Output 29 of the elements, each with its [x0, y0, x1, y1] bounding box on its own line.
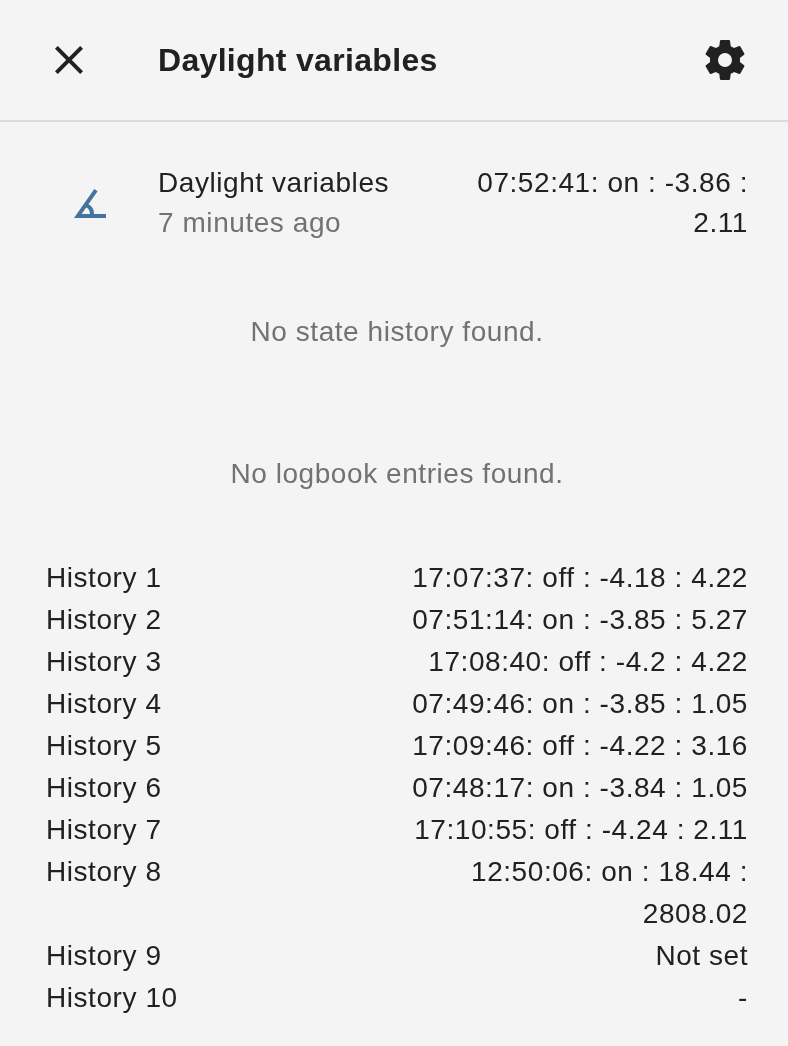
entity-state: 07:52:41: on : -3.86 : 2.11 — [476, 166, 748, 240]
angle-icon — [74, 188, 106, 218]
attribute-value: Not set — [655, 939, 748, 973]
attribute-label: History 4 — [46, 687, 162, 721]
attribute-label: History 1 — [46, 561, 162, 595]
settings-icon — [705, 40, 745, 80]
attribute-label: History 8 — [46, 855, 162, 889]
attribute-label: History 2 — [46, 603, 162, 637]
attribute-value: 07:51:14: on : -3.85 : 5.27 — [412, 603, 748, 637]
attribute-value: 07:48:17: on : -3.84 : 1.05 — [412, 771, 748, 805]
close-icon — [55, 46, 83, 74]
attribute-value: 17:09:46: off : -4.22 : 3.16 — [412, 729, 748, 763]
attribute-label: History 5 — [46, 729, 162, 763]
attribute-value: - — [738, 981, 748, 1015]
attribute-label: History 10 — [46, 981, 178, 1015]
attribute-value: 17:08:40: off : -4.2 : 4.22 — [428, 645, 748, 679]
attribute-value: 07:49:46: on : -3.85 : 1.05 — [412, 687, 748, 721]
empty-logbook-message: No logbook entries found. — [230, 457, 564, 491]
attribute-value: 17:07:37: off : -4.18 : 4.22 — [412, 561, 748, 595]
last-changed-time: 7 minutes ago — [158, 206, 342, 240]
attribute-value: 17:10:55: off : -4.24 : 2.11 — [414, 813, 748, 847]
attribute-label: History 3 — [46, 645, 162, 679]
attribute-label: History 9 — [46, 939, 162, 973]
attribute-value: 12:50:06: on : 18.44 : 2808.02 — [470, 855, 748, 931]
empty-history-message: No state history found. — [250, 315, 544, 349]
dialog-title: Daylight variables — [158, 41, 439, 80]
attribute-label: History 6 — [46, 771, 162, 805]
entity-name: Daylight variables — [158, 166, 390, 200]
attribute-label: History 7 — [46, 813, 162, 847]
